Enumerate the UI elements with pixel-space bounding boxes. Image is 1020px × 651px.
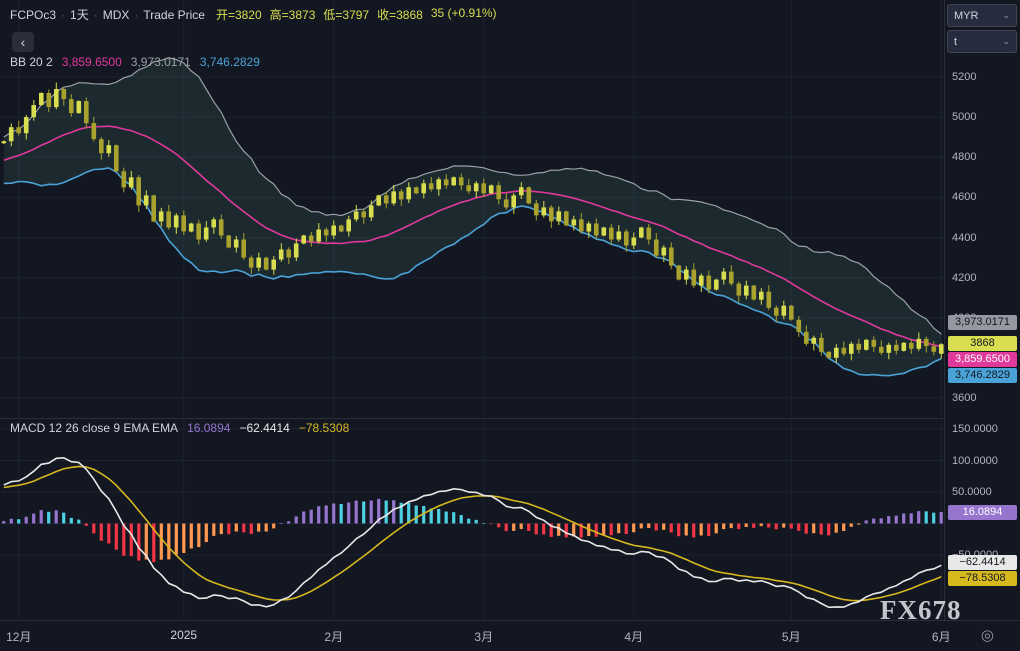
time-scale[interactable]: ◎ 12月 2025 2月 3月 4月 5月 6月 bbox=[0, 620, 1020, 651]
trading-chart-app: FCPOc3 · 1天 · MDX · Trade Price 开=3820 高… bbox=[0, 0, 1020, 651]
scale-settings-icon[interactable]: ◎ bbox=[981, 626, 994, 644]
axis-tick-label: 4200 bbox=[952, 272, 976, 284]
macd-signal-badge: −78.5308 bbox=[948, 571, 1017, 586]
change-value: 35 (+0.91%) bbox=[431, 6, 497, 23]
time-tick-label: 6月 bbox=[932, 628, 951, 645]
axis-tick-label: 4800 bbox=[952, 151, 976, 163]
macd-indicator-pane[interactable] bbox=[0, 418, 945, 620]
exchange-label: MDX bbox=[103, 8, 130, 22]
header-separator: · bbox=[61, 8, 65, 22]
price-type-label: Trade Price bbox=[143, 8, 205, 22]
open-value: 开=3820 bbox=[216, 6, 262, 23]
macd-hist-badge: 16.0894 bbox=[948, 505, 1017, 520]
currency-selector[interactable]: MYR ⌄ bbox=[947, 4, 1017, 27]
time-tick-label: 2025 bbox=[170, 628, 197, 642]
time-tick-label: 5月 bbox=[782, 628, 801, 645]
macd-legend[interactable]: MACD 12 26 close 9 EMA EMA 16.0894 −62.4… bbox=[10, 421, 349, 435]
back-arrow-icon: ‹ bbox=[21, 34, 26, 50]
chevron-down-icon: ⌄ bbox=[1002, 36, 1010, 47]
axis-tick-label: 150.0000 bbox=[952, 423, 998, 435]
low-value: 低=3797 bbox=[323, 6, 369, 23]
high-value: 高=3873 bbox=[270, 6, 316, 23]
axis-tick-label: 5200 bbox=[952, 71, 976, 83]
time-tick-label: 4月 bbox=[624, 628, 643, 645]
bb-upper-value: 3,973.0171 bbox=[131, 55, 191, 69]
header-separator: · bbox=[134, 8, 138, 22]
unit-selector[interactable]: t ⌄ bbox=[947, 30, 1017, 53]
axis-tick-label: 5000 bbox=[952, 111, 976, 123]
close-value: 收=3868 bbox=[377, 6, 423, 23]
bb-legend-title: BB 20 2 bbox=[10, 55, 53, 69]
axis-tick-label: 4400 bbox=[952, 232, 976, 244]
header-separator: · bbox=[94, 8, 98, 22]
time-tick-label: 3月 bbox=[474, 628, 493, 645]
bb-lower-badge: 3,746.2829 bbox=[948, 368, 1017, 383]
macd-line-value: −62.4414 bbox=[239, 421, 289, 435]
scale-unit-selectors: MYR ⌄ t ⌄ bbox=[947, 4, 1017, 53]
bb-basis-badge: 3,859.6500 bbox=[948, 352, 1017, 367]
price-scale[interactable]: 520050004800460044004200400038003600150.… bbox=[944, 0, 1020, 620]
bb-lower-value: 3,746.2829 bbox=[200, 55, 260, 69]
unit-value: t bbox=[954, 36, 957, 48]
time-tick-label: 2月 bbox=[324, 628, 343, 645]
chart-header: FCPOc3 · 1天 · MDX · Trade Price 开=3820 高… bbox=[10, 6, 497, 23]
axis-tick-label: 100.0000 bbox=[952, 455, 998, 467]
bollinger-legend[interactable]: BB 20 2 3,859.6500 3,973.0171 3,746.2829 bbox=[10, 55, 260, 69]
macd-hist-value: 16.0894 bbox=[187, 421, 230, 435]
macd-legend-title: MACD 12 26 close 9 EMA EMA bbox=[10, 421, 178, 435]
time-tick-label: 12月 bbox=[6, 628, 31, 645]
back-button[interactable]: ‹ bbox=[12, 32, 34, 52]
bb-basis-value: 3,859.6500 bbox=[62, 55, 122, 69]
axis-tick-label: 50.0000 bbox=[952, 486, 992, 498]
symbol-name[interactable]: FCPOc3 bbox=[10, 8, 56, 22]
chevron-down-icon: ⌄ bbox=[1002, 10, 1010, 21]
macd-signal-value: −78.5308 bbox=[299, 421, 349, 435]
bb-upper-badge: 3,973.0171 bbox=[948, 315, 1017, 330]
currency-value: MYR bbox=[954, 10, 978, 22]
axis-tick-label: 3600 bbox=[952, 392, 976, 404]
macd-line-badge: −62.4414 bbox=[948, 555, 1017, 570]
axis-tick-label: 4600 bbox=[952, 191, 976, 203]
interval-selector[interactable]: 1天 bbox=[70, 6, 89, 23]
last-price-badge: 3868 bbox=[948, 336, 1017, 351]
